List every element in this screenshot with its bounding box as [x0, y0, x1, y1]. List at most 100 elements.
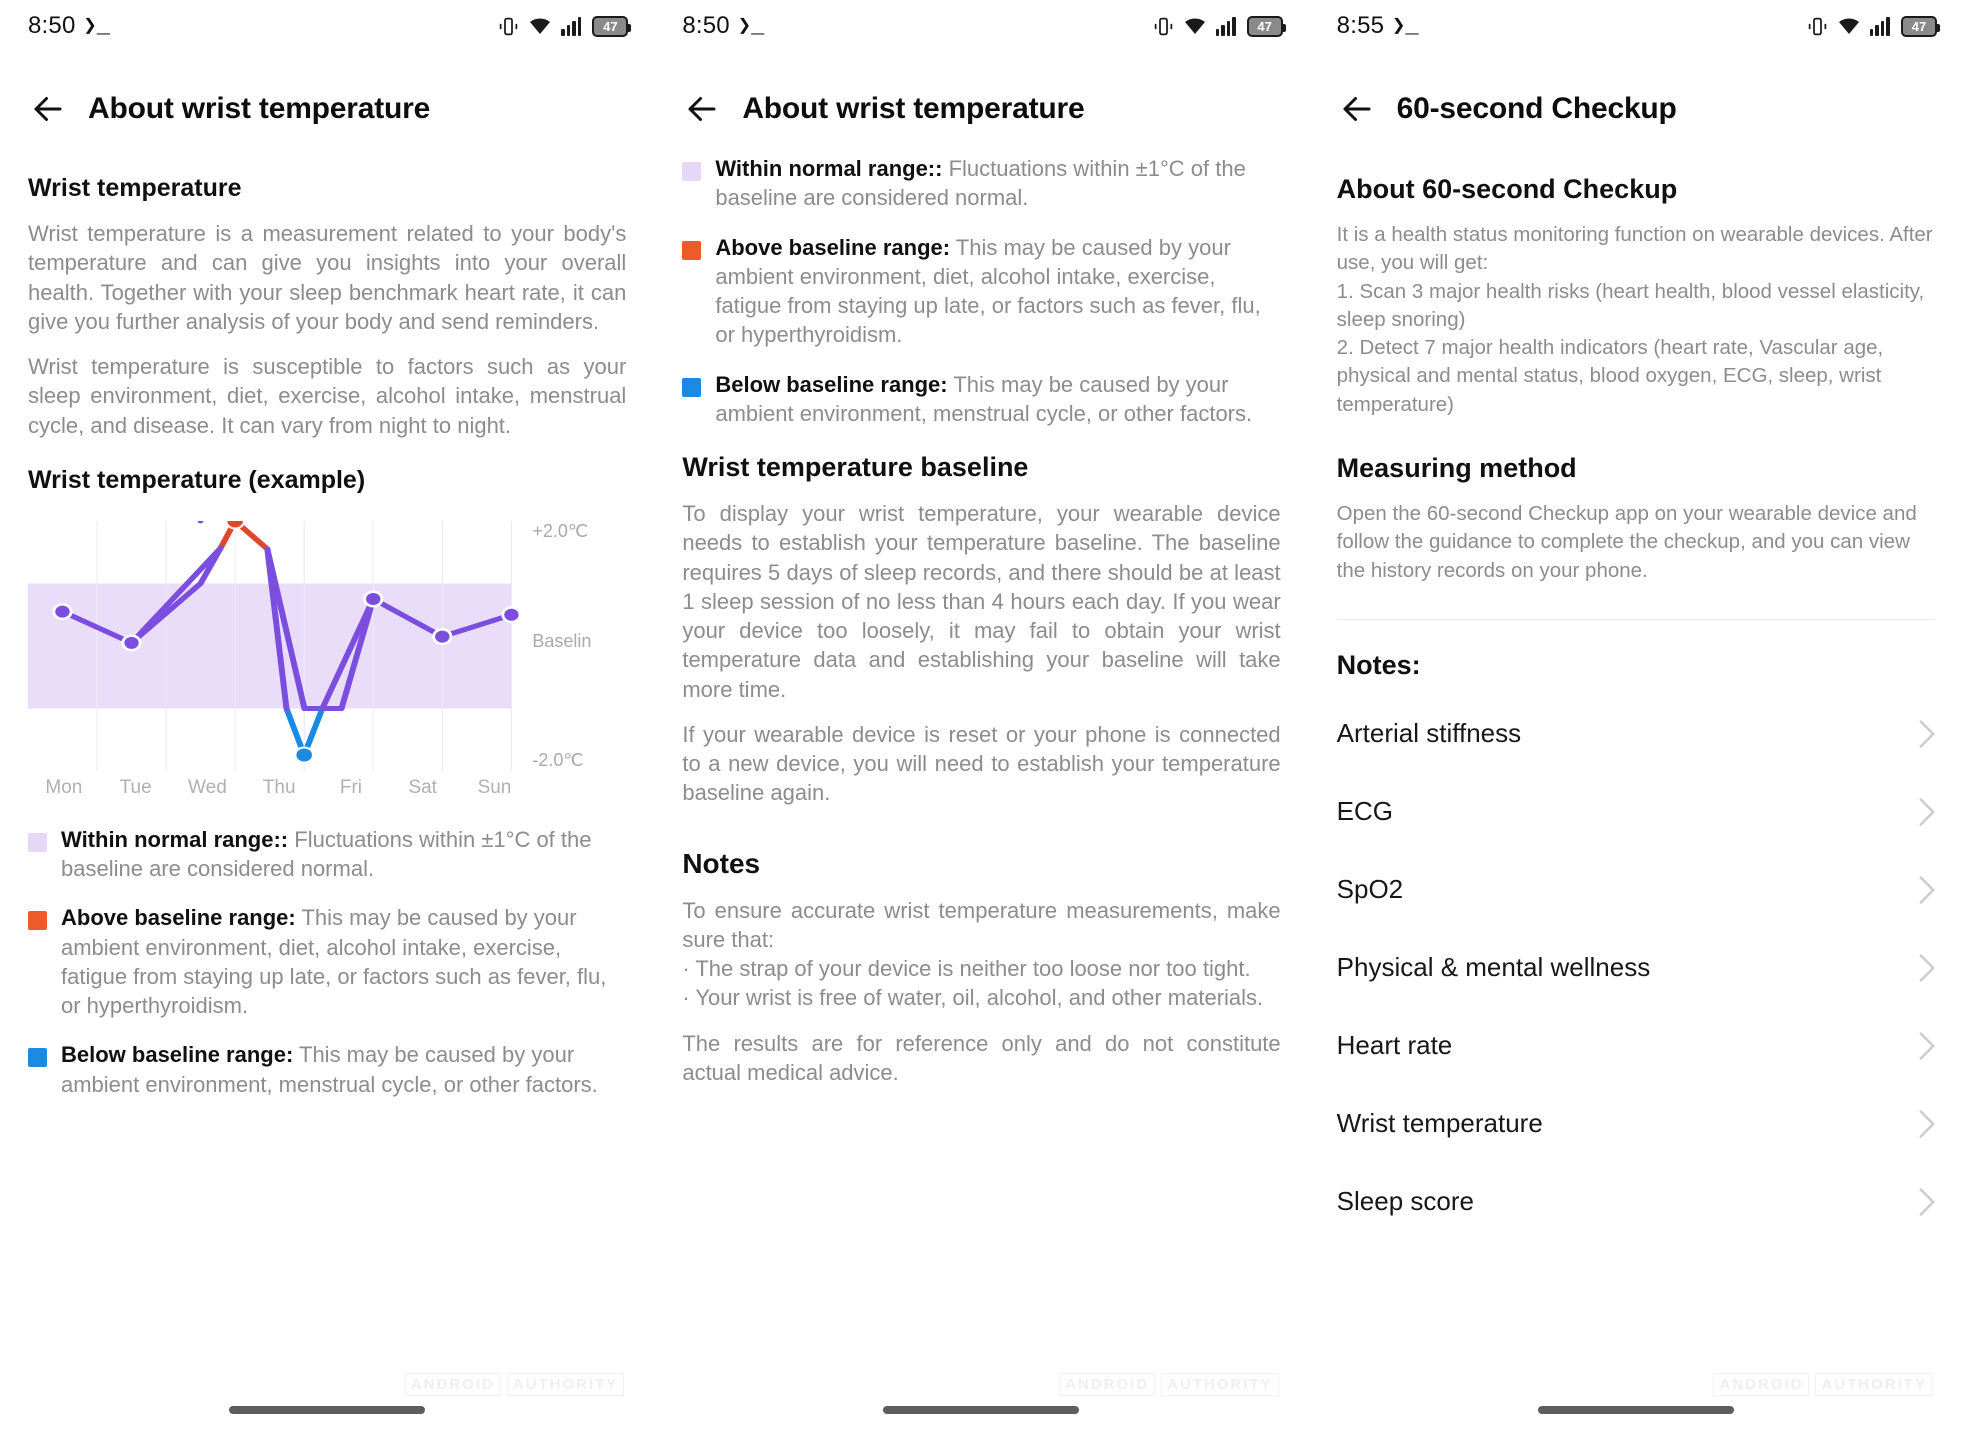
battery-level: 47	[603, 18, 618, 34]
shell-prompt-icon: ❯_	[1392, 14, 1419, 39]
status-bar: 8:50 ❯_ 47	[654, 0, 1308, 52]
watermark-word-2: AUTHORITY	[506, 1373, 625, 1396]
paragraph-measuring-method: Open the 60-second Checkup app on your w…	[1336, 501, 1917, 582]
legend-swatch-below-baseline-icon	[682, 377, 702, 397]
app-bar: 60-second Checkup	[1309, 52, 1963, 148]
list-item-physical-mental-wellness[interactable]: Physical & mental wellness	[1337, 929, 1935, 1007]
x-tick-tue: Tue	[119, 776, 152, 798]
paragraph-baseline-1: To display your wrist temperature, your …	[682, 501, 1281, 702]
chevron-right-icon	[1919, 1110, 1935, 1138]
x-tick-fri: Fri	[339, 776, 363, 798]
watermark-word-2: AUTHORITY	[1815, 1373, 1933, 1396]
paragraph-wrist-temperature-1: Wrist temperature is a measurement relat…	[28, 221, 627, 334]
paragraph-wrist-temperature-2: Wrist temperature is susceptible to fact…	[28, 354, 627, 438]
battery-level: 47	[1257, 18, 1272, 34]
home-indicator[interactable]	[883, 1406, 1080, 1414]
legend-label-below-baseline: Below baseline range:	[715, 371, 948, 397]
home-indicator[interactable]	[1537, 1406, 1734, 1414]
home-indicator[interactable]	[229, 1406, 426, 1414]
list-item-label: Heart rate	[1336, 1030, 1453, 1061]
legend-item-within-normal: Within normal range:: Fluctuations withi…	[682, 154, 1280, 213]
paragraph-about-checkup: It is a health status monitoring functio…	[1336, 223, 1933, 416]
vibrate-icon	[1154, 17, 1172, 35]
chevron-right-icon	[1919, 954, 1935, 982]
watermark-word-1: ANDROID	[404, 1373, 501, 1396]
legend-item-above-baseline: Above baseline range: This may be caused…	[28, 903, 626, 1020]
list-item-sleep-score[interactable]: Sleep score	[1337, 1163, 1935, 1241]
legend-item-below-baseline: Below baseline range: This may be caused…	[28, 1040, 626, 1099]
list-item-ecg[interactable]: ECG	[1337, 773, 1935, 851]
status-bar-right: 47	[498, 15, 632, 37]
paragraph-notes-1: To ensure accurate wrist temperature mea…	[682, 897, 1281, 1011]
x-tick-wed: Wed	[188, 776, 227, 798]
battery-level: 47	[1911, 18, 1927, 34]
normal-range-band	[28, 583, 512, 709]
wrist-temperature-chart: +2.0℃ Baselin -2.0℃ Mon Tue Wed Thu Fri …	[28, 520, 626, 803]
back-arrow-icon[interactable]	[30, 91, 66, 127]
legend-label-above-baseline: Above baseline range:	[61, 905, 296, 931]
legend-swatch-below-baseline-icon	[28, 1048, 47, 1068]
chevron-right-icon	[1919, 876, 1935, 904]
screen-about-wrist-temperature-2: 8:50 ❯_ 47 About wrist temperature Withi…	[654, 0, 1309, 1440]
x-tick-thu: Thu	[262, 776, 296, 798]
shell-prompt-icon: ❯_	[83, 14, 110, 39]
watermark: ANDROID AUTHORITY	[1059, 1373, 1279, 1396]
legend-label-within-normal: Within normal range::	[61, 826, 289, 852]
list-item-heart-rate[interactable]: Heart rate	[1337, 1007, 1935, 1085]
back-arrow-icon[interactable]	[1339, 91, 1375, 127]
wifi-icon	[530, 18, 551, 34]
back-arrow-icon[interactable]	[684, 91, 720, 127]
heading-measuring-method: Measuring method	[1336, 452, 1577, 483]
cellular-signal-icon	[1869, 16, 1892, 36]
wifi-icon	[1838, 18, 1859, 34]
chevron-right-icon	[1919, 1032, 1935, 1060]
battery-icon: 47	[592, 15, 632, 37]
heading-about-checkup: About 60-second Checkup	[1336, 174, 1678, 204]
screen-about-wrist-temperature-1: 8:50 ❯_ 47 About wrist temperature Wrist…	[0, 0, 655, 1440]
checkup-notes-list: Arterial stiffness ECG SpO2 Physical & m…	[1337, 695, 1935, 1241]
legend-swatch-above-baseline-icon	[28, 911, 47, 931]
list-item-label: Sleep score	[1336, 1186, 1474, 1217]
status-time: 8:50	[28, 12, 76, 39]
list-item-arterial-stiffness[interactable]: Arterial stiffness	[1337, 695, 1935, 773]
status-bar-right: 47	[1807, 15, 1940, 37]
chevron-right-icon	[1919, 798, 1935, 826]
status-bar-left: 8:50 ❯_	[28, 12, 110, 40]
watermark-word-1: ANDROID	[1713, 1373, 1810, 1396]
legend-label-below-baseline: Below baseline range:	[61, 1042, 294, 1068]
page-title: About wrist temperature	[742, 92, 1085, 125]
watermark: ANDROID AUTHORITY	[404, 1373, 625, 1396]
heading-notes: Notes	[682, 847, 761, 879]
list-item-label: ECG	[1336, 796, 1393, 827]
legend-swatch-within-normal-icon	[28, 832, 47, 852]
x-tick-mon: Mon	[45, 776, 83, 798]
legend-text-above-baseline: Above baseline range: This may be caused…	[715, 233, 1280, 350]
list-item-label: Arterial stiffness	[1336, 718, 1522, 749]
app-bar: About wrist temperature	[0, 52, 654, 148]
list-item-label: SpO2	[1336, 874, 1404, 905]
chart-x-axis-labels: Mon Tue Wed Thu Fri Sat Sun	[28, 777, 626, 799]
paragraph-notes-2: The results are for reference only and d…	[682, 1030, 1281, 1085]
screen2-content: Within normal range:: Fluctuations withi…	[654, 154, 1308, 1087]
watermark-word-1: ANDROID	[1059, 1373, 1156, 1396]
app-bar: About wrist temperature	[654, 52, 1308, 148]
status-bar: 8:55 ❯_ 47	[1309, 0, 1963, 52]
list-item-label: Physical & mental wellness	[1336, 952, 1651, 983]
legend-label-above-baseline: Above baseline range:	[715, 234, 951, 260]
vibrate-icon	[500, 17, 518, 35]
three-screenshot-strip: 8:50 ❯_ 47 About wrist temperature Wrist…	[0, 0, 1963, 1440]
legend-text-within-normal: Within normal range:: Fluctuations withi…	[715, 154, 1280, 213]
heading-baseline: Wrist temperature baseline	[682, 452, 1029, 482]
list-item-wrist-temperature[interactable]: Wrist temperature	[1337, 1085, 1935, 1163]
legend-text-below-baseline: Below baseline range: This may be caused…	[715, 370, 1280, 429]
page-title: About wrist temperature	[88, 92, 431, 125]
list-item-spo2[interactable]: SpO2	[1337, 851, 1935, 929]
shell-prompt-icon: ❯_	[737, 14, 765, 39]
watermark-word-2: AUTHORITY	[1161, 1373, 1279, 1396]
legend-text-above-baseline: Above baseline range: This may be caused…	[61, 903, 626, 1020]
chart-legend: Within normal range:: Fluctuations withi…	[682, 154, 1280, 428]
screen-60-second-checkup: 8:55 ❯_ 47 60-second Checkup About 60-se…	[1308, 0, 1963, 1440]
legend-swatch-above-baseline-icon	[682, 240, 702, 260]
legend-item-above-baseline: Above baseline range: This may be caused…	[682, 233, 1280, 350]
page-title: 60-second Checkup	[1396, 92, 1677, 125]
